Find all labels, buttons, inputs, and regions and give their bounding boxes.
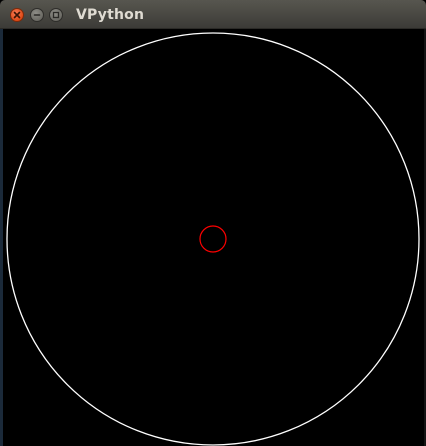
scene-canvas[interactable] (0, 29, 426, 446)
title-bar[interactable]: VPython (0, 0, 426, 29)
close-icon (13, 11, 21, 19)
minimize-icon (33, 14, 41, 16)
close-button[interactable] (10, 8, 24, 22)
scene-svg (6, 32, 420, 446)
window-title: VPython (76, 7, 145, 23)
window-border-left (0, 29, 3, 446)
maximize-icon (52, 11, 60, 19)
minimize-button[interactable] (30, 8, 44, 22)
vpython-window: VPython (0, 0, 426, 446)
maximize-button[interactable] (49, 8, 63, 22)
body (199, 225, 227, 253)
orbit-path (6, 32, 420, 446)
